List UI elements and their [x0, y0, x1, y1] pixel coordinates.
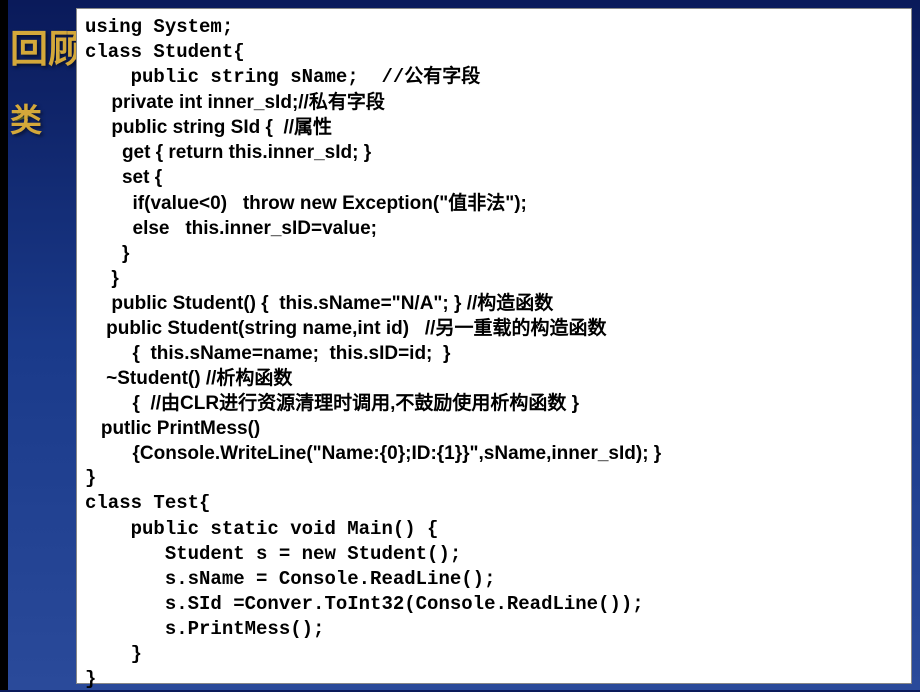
code-line: }: [85, 642, 903, 667]
code-line: }: [85, 466, 903, 491]
slide-title-2: 类: [10, 95, 42, 141]
code-line: get { return this.inner_sId; }: [85, 140, 903, 165]
code-line: using System;: [85, 15, 903, 40]
code-line: public string sName; //公有字段: [85, 65, 903, 90]
side-bar: [0, 0, 8, 690]
code-line: {Console.WriteLine("Name:{0};ID:{1}}",sN…: [85, 441, 903, 466]
code-line: private int inner_sId;//私有字段: [85, 90, 903, 115]
code-line: s.SId =Conver.ToInt32(Console.ReadLine()…: [85, 592, 903, 617]
code-line: ~Student() //析构函数: [85, 366, 903, 391]
code-line: }: [85, 241, 903, 266]
code-line: s.PrintMess();: [85, 617, 903, 642]
code-line: public static void Main() {: [85, 517, 903, 542]
code-line: else this.inner_sID=value;: [85, 216, 903, 241]
code-line: Student s = new Student();: [85, 542, 903, 567]
code-line: s.sName = Console.ReadLine();: [85, 567, 903, 592]
code-line: putlic PrintMess(): [85, 416, 903, 441]
code-line: if(value<0) throw new Exception("值非法");: [85, 191, 903, 216]
code-line: class Test{: [85, 491, 903, 516]
slide-title-1: 回顾: [10, 18, 86, 73]
code-line: class Student{: [85, 40, 903, 65]
code-line: public Student(string name,int id) //另一重…: [85, 316, 903, 341]
code-line: }: [85, 667, 903, 692]
code-line: }: [85, 266, 903, 291]
code-line: public Student() { this.sName="N/A"; } /…: [85, 291, 903, 316]
code-line: { this.sName=name; this.sID=id; }: [85, 341, 903, 366]
code-line: public string SId { //属性: [85, 115, 903, 140]
code-line: { //由CLR进行资源清理时调用,不鼓励使用析构函数 }: [85, 391, 903, 416]
code-container: using System;class Student{ public strin…: [76, 8, 912, 684]
code-line: set {: [85, 165, 903, 190]
